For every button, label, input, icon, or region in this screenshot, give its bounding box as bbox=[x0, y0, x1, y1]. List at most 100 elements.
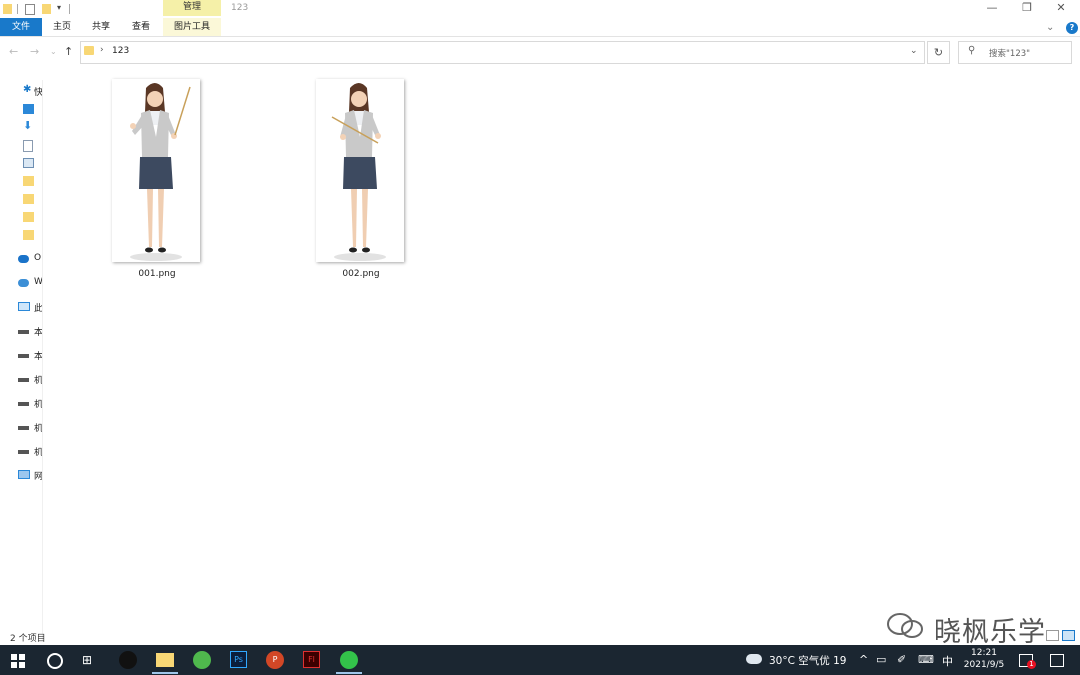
cloud-icon bbox=[18, 255, 29, 263]
nav-label: 快 bbox=[34, 88, 42, 98]
up-arrow-icon[interactable]: ↑ bbox=[64, 45, 73, 58]
tab-home[interactable]: 主页 bbox=[47, 18, 77, 36]
title-bar bbox=[0, 0, 1080, 18]
windows-start-icon[interactable] bbox=[11, 654, 25, 668]
nav-documents[interactable] bbox=[0, 136, 42, 154]
help-icon[interactable]: ? bbox=[1066, 22, 1078, 34]
pin-icon: ✱ bbox=[23, 84, 32, 95]
maximize-button[interactable]: ❐ bbox=[1012, 0, 1042, 16]
clock-date: 2021/9/5 bbox=[963, 660, 1005, 670]
qq-icon[interactable] bbox=[119, 651, 137, 669]
nav-label: W bbox=[34, 277, 42, 287]
browser-icon[interactable] bbox=[193, 651, 211, 669]
tab-share[interactable]: 共享 bbox=[86, 18, 116, 36]
search-icon[interactable] bbox=[47, 653, 63, 669]
nav-network[interactable]: 网 bbox=[0, 466, 42, 484]
nav-folder[interactable] bbox=[0, 208, 42, 226]
close-button[interactable]: ✕ bbox=[1046, 0, 1076, 16]
minimize-button[interactable]: — bbox=[977, 0, 1007, 16]
notification-badge: 1 bbox=[1027, 660, 1036, 669]
network-icon[interactable]: ▭ bbox=[876, 653, 886, 666]
nav-label: 网 bbox=[34, 472, 42, 482]
nav-label: 机 bbox=[34, 376, 42, 386]
chevron-right-icon[interactable]: › bbox=[100, 45, 104, 55]
weather-text[interactable]: 30°C 空气优 19 bbox=[769, 653, 846, 668]
nav-downloads[interactable]: ⬇ bbox=[0, 118, 42, 136]
tab-picture-tools[interactable]: 图片工具 bbox=[163, 18, 221, 36]
nav-label: 机 bbox=[34, 424, 42, 434]
nav-folder[interactable] bbox=[0, 190, 42, 208]
drive-icon bbox=[18, 354, 29, 358]
file-explorer-icon[interactable] bbox=[156, 653, 174, 667]
pane-divider[interactable] bbox=[42, 80, 43, 640]
large-icons-view-icon[interactable] bbox=[1062, 630, 1075, 641]
file-thumbnail[interactable] bbox=[316, 79, 404, 262]
active-app-indicator bbox=[152, 672, 178, 674]
wechat-icon[interactable] bbox=[340, 651, 358, 669]
nav-wps-cloud[interactable]: W bbox=[0, 274, 42, 292]
flash-icon[interactable]: Fl bbox=[303, 651, 320, 668]
keyboard-icon[interactable]: ⌨ bbox=[918, 653, 934, 666]
action-center-icon[interactable] bbox=[1050, 654, 1064, 667]
woman-pointer-image bbox=[331, 83, 386, 261]
picture-icon bbox=[23, 158, 34, 168]
pen-icon[interactable]: ✐ bbox=[897, 653, 906, 666]
watermark-text: 晓枫乐学 bbox=[934, 617, 1046, 648]
folder-icon bbox=[23, 176, 34, 186]
nav-drive[interactable]: 机 bbox=[0, 394, 42, 412]
details-view-icon[interactable] bbox=[1046, 630, 1059, 641]
photoshop-icon[interactable]: Ps bbox=[230, 651, 247, 668]
file-name[interactable]: 001.png bbox=[97, 269, 217, 279]
nav-folder[interactable] bbox=[0, 172, 42, 190]
nav-drive[interactable]: 机 bbox=[0, 370, 42, 388]
folder-icon bbox=[84, 46, 94, 55]
nav-desktop[interactable] bbox=[0, 100, 42, 118]
folder-icon bbox=[3, 4, 12, 14]
nav-drive[interactable]: 机 bbox=[0, 418, 42, 436]
address-path[interactable]: 123 bbox=[112, 46, 129, 56]
drive-icon bbox=[18, 426, 29, 430]
search-placeholder: 搜索"123" bbox=[989, 49, 1031, 59]
download-arrow-icon: ⬇ bbox=[23, 119, 33, 132]
clock-time: 12:21 bbox=[971, 648, 997, 658]
manage-tab[interactable]: 管理 bbox=[163, 0, 221, 16]
forward-arrow-icon[interactable]: → bbox=[30, 45, 39, 58]
powerpoint-icon[interactable]: P bbox=[266, 651, 284, 669]
tab-file[interactable]: 文件 bbox=[0, 18, 42, 36]
divider bbox=[17, 4, 18, 14]
nav-label: 本 bbox=[34, 352, 42, 362]
customize-quick-access-icon[interactable]: ▾ bbox=[57, 3, 61, 12]
nav-drive[interactable]: 本 bbox=[0, 322, 42, 340]
expand-ribbon-icon[interactable]: ⌄ bbox=[1046, 22, 1054, 33]
properties-icon[interactable] bbox=[25, 4, 35, 15]
ime-indicator[interactable]: 中 bbox=[942, 653, 953, 669]
file-thumbnail[interactable] bbox=[112, 79, 200, 262]
folder-icon bbox=[23, 230, 34, 240]
chevron-down-icon[interactable]: ⌄ bbox=[910, 46, 918, 56]
nav-drive[interactable]: 本 bbox=[0, 346, 42, 364]
drive-icon bbox=[18, 330, 29, 334]
show-hidden-icons-icon[interactable]: ^ bbox=[859, 653, 868, 666]
folder-icon bbox=[23, 194, 34, 204]
nav-label: 本 bbox=[34, 328, 42, 338]
nav-folder[interactable] bbox=[0, 226, 42, 244]
nav-label: 机 bbox=[34, 448, 42, 458]
address-bar[interactable] bbox=[80, 41, 925, 64]
nav-pictures[interactable] bbox=[0, 154, 42, 172]
nav-this-pc[interactable]: 此 bbox=[0, 298, 42, 316]
clock[interactable]: 12:21 2021/9/5 bbox=[961, 647, 1007, 671]
cloud-weather-icon[interactable] bbox=[746, 654, 762, 664]
network-icon bbox=[18, 470, 30, 479]
new-folder-icon[interactable] bbox=[42, 4, 51, 14]
nav-quick-access[interactable]: ✱ 快 bbox=[0, 82, 42, 100]
search-icon: ⚲ bbox=[968, 45, 976, 56]
file-name[interactable]: 002.png bbox=[301, 269, 421, 279]
task-view-icon[interactable]: ⊞ bbox=[82, 653, 92, 667]
nav-onedrive[interactable]: O bbox=[0, 250, 42, 268]
recent-locations-icon[interactable]: ⌄ bbox=[50, 47, 57, 56]
back-arrow-icon[interactable]: ← bbox=[9, 45, 18, 58]
nav-drive[interactable]: 机 bbox=[0, 442, 42, 460]
refresh-button[interactable]: ↻ bbox=[927, 41, 950, 64]
drive-icon bbox=[18, 402, 29, 406]
tab-view[interactable]: 查看 bbox=[126, 18, 156, 36]
